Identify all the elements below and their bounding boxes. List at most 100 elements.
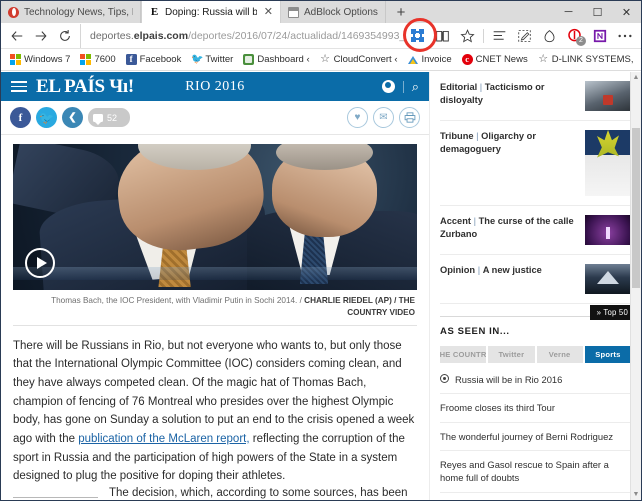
- browser-window: Technology News, Tips, Rev E Doping: Rus…: [0, 0, 642, 501]
- article-text: There will be Russians in Rio, but not e…: [13, 326, 417, 500]
- favorite-item[interactable]: Windows 7: [5, 50, 75, 70]
- dashboard-icon: [243, 54, 255, 65]
- page-scrollbar[interactable]: ▲ ▼: [630, 72, 641, 500]
- scrollbar-thumb[interactable]: [632, 128, 640, 288]
- scroll-down-arrow-icon[interactable]: ▼: [631, 489, 641, 500]
- video-play-button-icon[interactable]: [25, 248, 55, 278]
- favorite-label: Facebook: [139, 54, 182, 65]
- maximize-button[interactable]: ☐: [583, 1, 612, 23]
- browser-tab-3[interactable]: AdBlock Options: [281, 1, 386, 23]
- facebook-share-button[interactable]: f: [10, 107, 31, 128]
- sidebar-opinion-item[interactable]: Accent | The curse of the calle Zurbano: [440, 206, 631, 255]
- tab-close-icon[interactable]: ✕: [262, 6, 273, 18]
- minimize-button[interactable]: ─: [554, 1, 583, 23]
- favorite-item[interactable]: 7600: [75, 50, 120, 70]
- url-input[interactable]: deportes.elpais.com/deportes/2016/07/24/…: [80, 23, 405, 48]
- site-masthead: EL PAÍS Чı! RIO 2016 ⌕: [1, 72, 429, 101]
- adblock-icon[interactable]: 2: [562, 24, 587, 48]
- favorite-item[interactable]: f Facebook: [121, 50, 187, 70]
- news-title: The wonderful journey of Berni Rodriguez: [440, 430, 614, 442]
- mclaren-report-link[interactable]: publication of the McLaren report,: [78, 433, 249, 445]
- opinion-separator: |: [475, 265, 483, 275]
- top50-badge[interactable]: » Top 50: [589, 305, 635, 320]
- favorite-item[interactable]: Dashboard ‹: [238, 50, 314, 70]
- windows-icon: [10, 54, 21, 65]
- onenote-icon[interactable]: [587, 24, 612, 48]
- sidebar-opinion-item[interactable]: Editorial | Tacticismo or disloyalty: [440, 78, 631, 121]
- tab-twitter[interactable]: Twitter: [488, 346, 535, 363]
- favorite-label: 7600: [94, 54, 116, 65]
- user-icon[interactable]: [381, 80, 395, 93]
- favorite-heart-icon[interactable]: ♥: [347, 107, 368, 128]
- tab-the-country[interactable]: THE COUNTRY: [440, 346, 487, 363]
- news-list-item[interactable]: Reyes and Gasol rescue to Spain after a …: [440, 451, 631, 493]
- opinion-headline: Tribune | Oligarchy or demagoguery: [440, 130, 577, 156]
- window-icon: [288, 6, 299, 18]
- article-body-wrapper: Thomas Bach, the IOC President, with Vla…: [1, 135, 429, 500]
- opinion-separator: |: [477, 82, 485, 92]
- comments-count-badge[interactable]: 52: [88, 108, 130, 127]
- browser-tab-1[interactable]: Technology News, Tips, Rev: [1, 1, 141, 23]
- favorite-item[interactable]: 🐦 Twitter: [186, 50, 238, 70]
- article-image-caption: Thomas Bach, the IOC President, with Vla…: [13, 290, 417, 326]
- new-tab-button[interactable]: +: [386, 1, 416, 23]
- share-button[interactable]: ❮: [62, 107, 83, 128]
- caption-text: Thomas Bach, the IOC President, with Vla…: [51, 296, 302, 305]
- site-logo[interactable]: EL PAÍS Чı!: [36, 77, 134, 96]
- browser-tab-2-active[interactable]: E Doping: Russia will be i ✕: [141, 1, 281, 23]
- as-seen-in-heading: AS SEEN IN...: [440, 326, 510, 337]
- news-list-item[interactable]: Australia not is installed in the Villa …: [440, 493, 631, 500]
- masthead-actions: ⌕: [381, 80, 419, 93]
- favorite-item[interactable]: Invoice: [403, 50, 457, 70]
- email-icon[interactable]: ✉: [373, 107, 394, 128]
- opinion-thumbnail: [585, 130, 631, 196]
- search-icon[interactable]: ⌕: [412, 80, 419, 93]
- opinion-headline: Opinion | A new justice: [440, 264, 577, 277]
- tab-verne[interactable]: Verne: [536, 346, 583, 363]
- forward-arrow-icon[interactable]: [29, 24, 53, 48]
- print-icon[interactable]: [399, 107, 420, 128]
- article-tools: ♥ ✉: [347, 107, 420, 128]
- hub-icon[interactable]: [487, 24, 512, 48]
- opinion-title: A new justice: [482, 265, 542, 275]
- favorite-item[interactable]: ☆ CloudConvert ‹: [315, 50, 403, 70]
- favorite-item[interactable]: c CNET News: [457, 50, 533, 70]
- as-seen-in-module: » Top 50 AS SEEN IN... THE COUNTRY Twitt…: [440, 305, 635, 500]
- opinion-thumbnail: [585, 81, 631, 111]
- caption-credit: CHARLIE RIEDEL (AP) / THE COUNTRY VIDEO: [304, 296, 415, 317]
- more-actions-icon[interactable]: [612, 24, 637, 48]
- star-icon: ☆: [320, 53, 331, 65]
- close-window-button[interactable]: ✕: [612, 1, 641, 23]
- browser-chrome: Technology News, Tips, Rev E Doping: Rus…: [1, 1, 641, 71]
- opinion-kicker: Tribune: [440, 131, 474, 141]
- news-list-item[interactable]: Froome closes its third Tour: [440, 394, 631, 423]
- sidebar-opinion-item[interactable]: Tribune | Oligarchy or demagoguery: [440, 121, 631, 206]
- hamburger-icon[interactable]: [11, 81, 27, 92]
- tab-title: Technology News, Tips, Rev: [24, 6, 133, 18]
- windows-icon: [80, 54, 92, 65]
- page-main-column: EL PAÍS Чı! RIO 2016 ⌕ f 🐦 ❮ 52 ♥ ✉ Thom…: [1, 72, 429, 500]
- as-seen-in-news-list: Russia will be in Rio 2016 Froome closes…: [440, 366, 631, 500]
- translator-icon[interactable]: [405, 24, 430, 48]
- back-arrow-icon[interactable]: [5, 24, 29, 48]
- favorite-item[interactable]: ☆ D-LINK SYSTEMS,: [533, 50, 639, 70]
- add-to-favorites-icon[interactable]: [455, 24, 480, 48]
- favorite-item[interactable]: Profile: [639, 50, 641, 70]
- news-list-item[interactable]: Russia will be in Rio 2016: [440, 366, 631, 395]
- share-icon[interactable]: [537, 24, 562, 48]
- news-title: Russia will be in Rio 2016: [455, 374, 563, 385]
- tab-strip: Technology News, Tips, Rev E Doping: Rus…: [1, 1, 641, 23]
- favorite-label: Twitter: [205, 54, 234, 65]
- opera-icon: [8, 6, 19, 18]
- scroll-up-arrow-icon[interactable]: ▲: [631, 72, 641, 83]
- twitter-share-button[interactable]: 🐦: [36, 107, 57, 128]
- news-list-item[interactable]: The wonderful journey of Berni Rodriguez: [440, 423, 631, 452]
- reading-view-icon[interactable]: [430, 24, 455, 48]
- article-next-paragraph-start: The decision, which, according to some s…: [109, 486, 408, 499]
- refresh-icon[interactable]: [53, 24, 77, 48]
- favorite-label: Windows 7: [24, 54, 71, 65]
- web-note-icon[interactable]: [512, 24, 537, 48]
- tab-sports[interactable]: Sports: [584, 346, 631, 363]
- sidebar-opinion-item[interactable]: Opinion | A new justice: [440, 255, 631, 304]
- news-title: Reyes and Gasol rescue to Spain after a …: [440, 459, 609, 484]
